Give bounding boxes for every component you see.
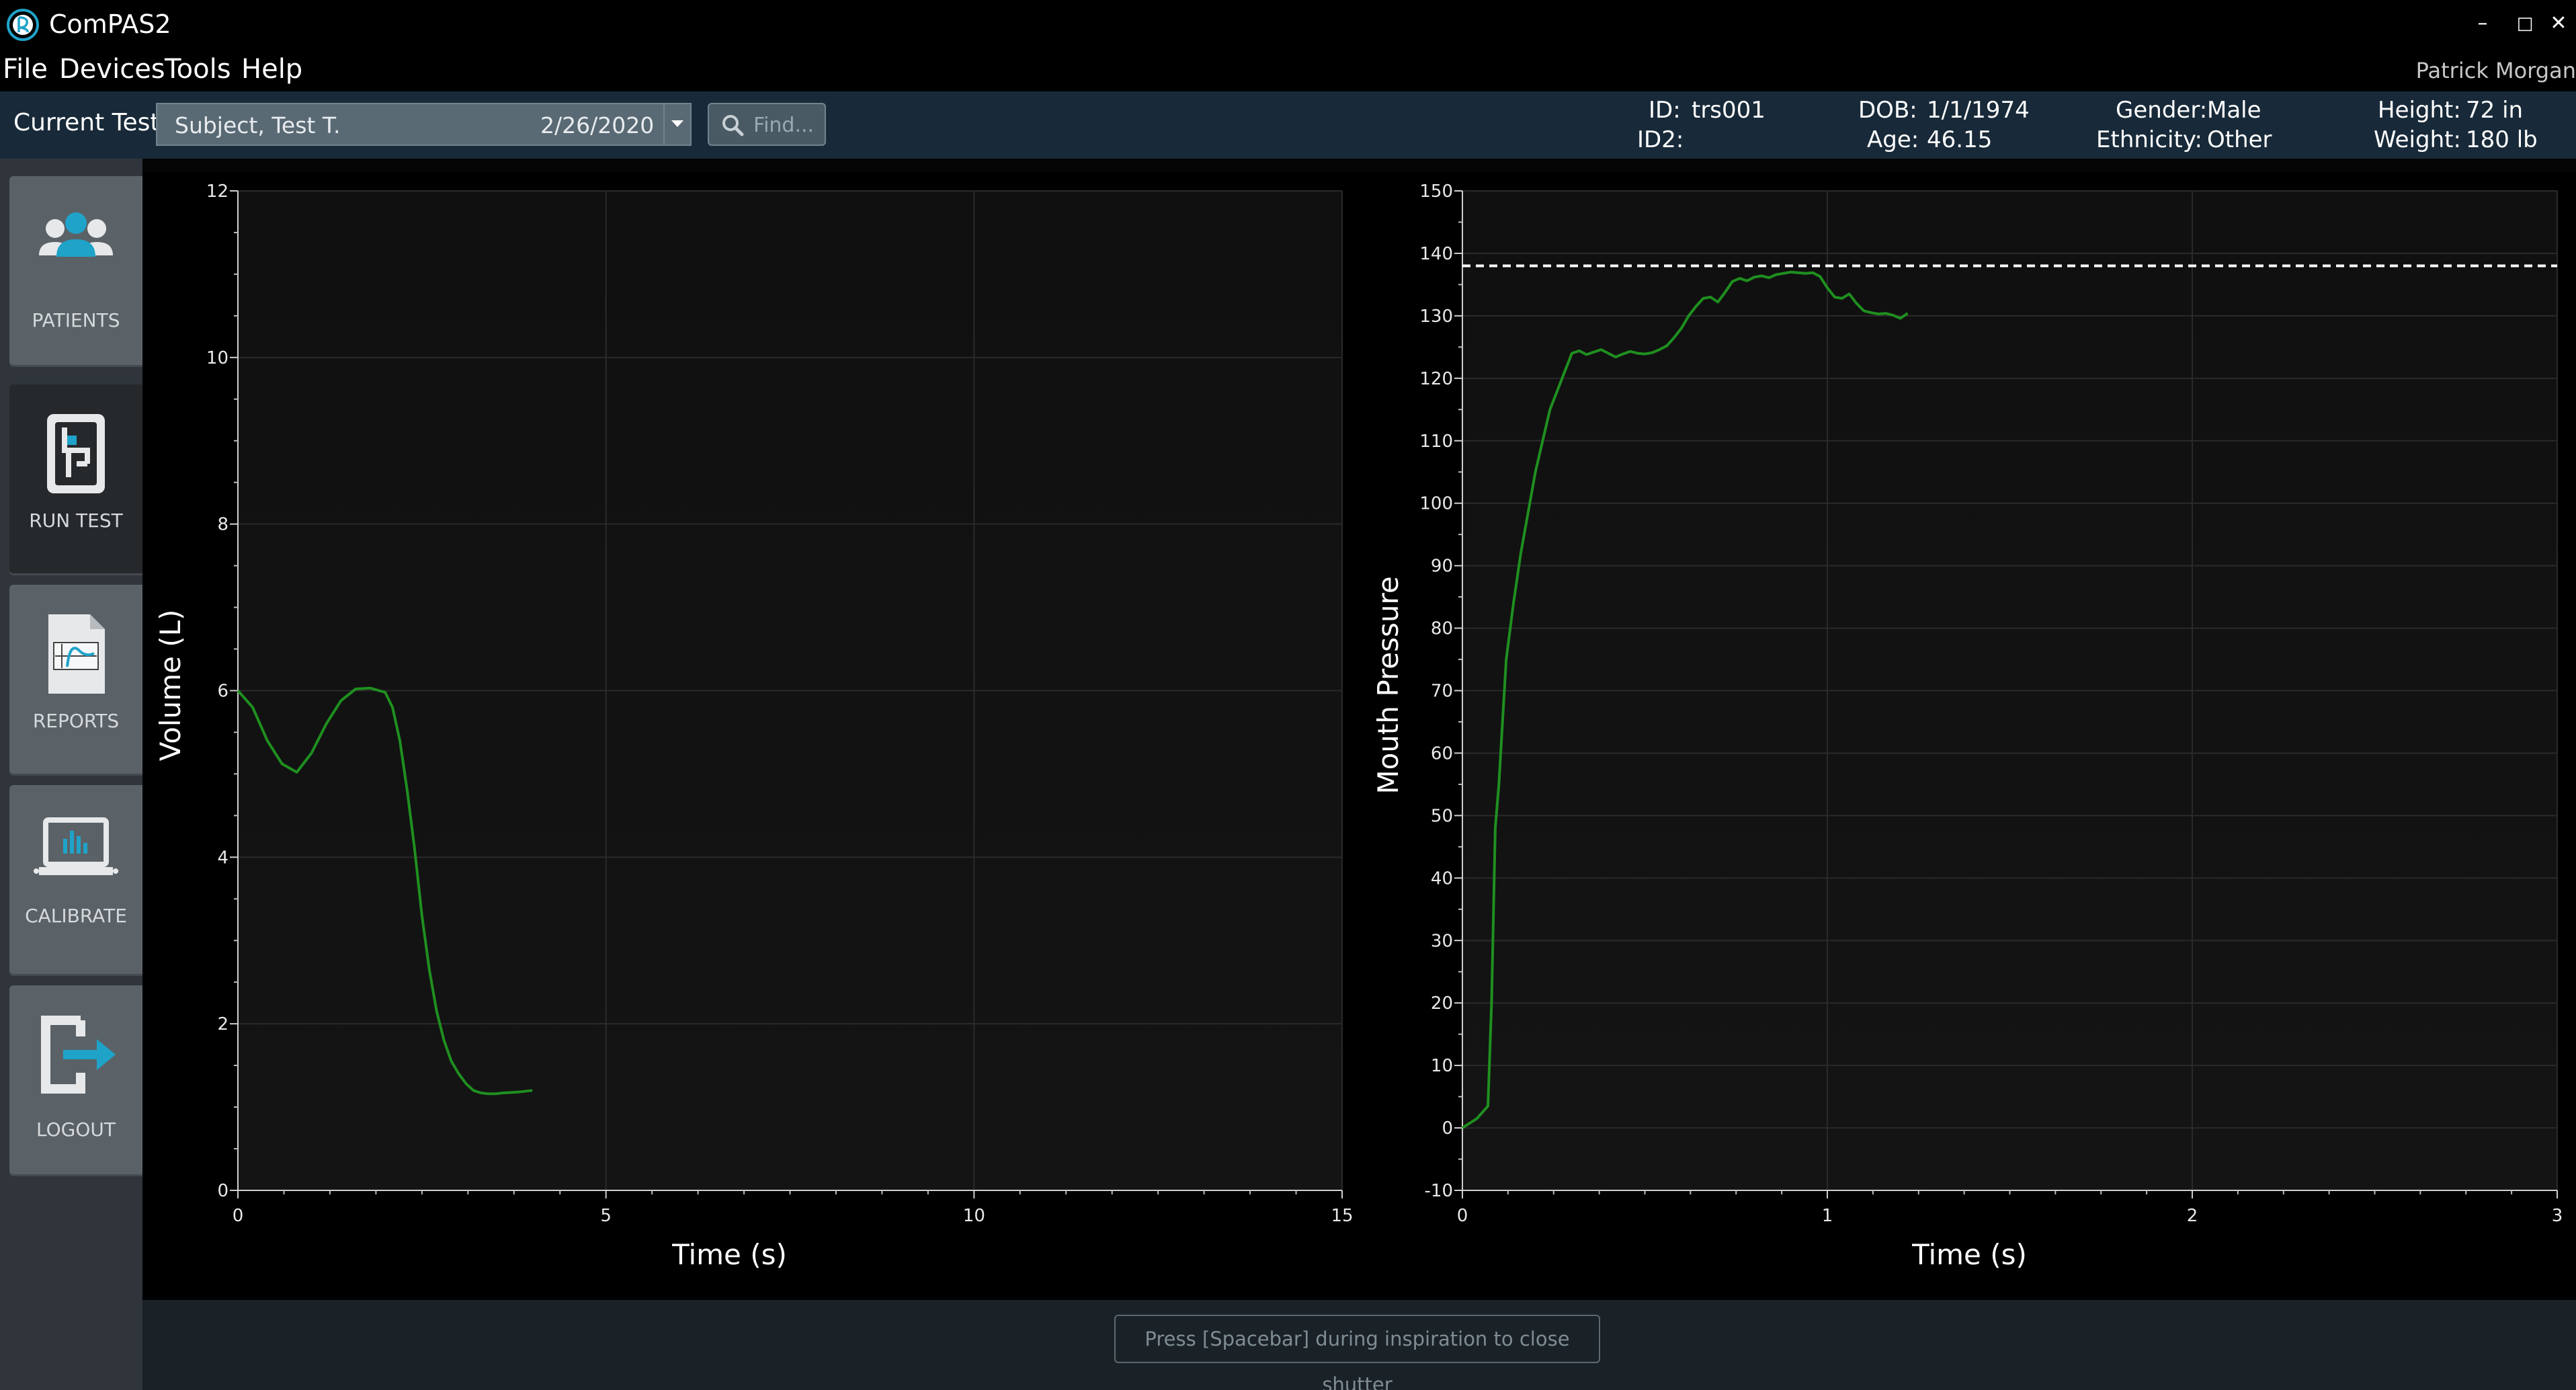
volume-y-tick-label: 4 [217, 848, 228, 868]
sidebar: PATIENTS RUN TEST REPORTS CALIBRATE LOGO… [0, 159, 142, 1390]
pressure-y-tick-label: 120 [1419, 369, 1453, 389]
weight-label: Weight: [2374, 126, 2461, 153]
volume-y-axis-label: Volume (L) [154, 610, 187, 762]
volume-x-tick-label: 10 [963, 1206, 985, 1226]
sidebar-item-calibrate[interactable]: CALIBRATE [9, 785, 142, 976]
app-window: ComPAS2 – □ ✕ File Devices Tools Help Pa… [0, 0, 2576, 1390]
volume-trace [237, 686, 533, 1096]
test-dropdown-button[interactable] [663, 104, 690, 145]
pressure-y-tick-label: 70 [1431, 682, 1453, 702]
pressure-y-tick-label: 110 [1419, 432, 1453, 452]
search-icon [722, 115, 744, 136]
test-subject-name: Subject, Test T. [175, 112, 341, 138]
close-button[interactable]: ✕ [2535, 5, 2576, 42]
patients-icon [39, 212, 113, 257]
pressure-y-tick-label: -10 [1425, 1181, 1453, 1201]
volume-y-tick-label: 2 [217, 1014, 228, 1034]
id-label: ID: [1649, 97, 1681, 124]
volume-y-tick-label: 8 [217, 515, 228, 535]
pressure-y-tick-label: 10 [1431, 1056, 1453, 1076]
run-test-icon [47, 414, 105, 493]
sidebar-label-reports: REPORTS [32, 710, 120, 732]
volume-y-tick-label: 10 [206, 348, 228, 368]
pressure-y-tick-label: 30 [1431, 931, 1453, 951]
patient-age: 46.15 [1927, 126, 1993, 153]
menu-tools[interactable]: Tools [165, 54, 231, 85]
find-button[interactable]: Find... [708, 103, 826, 146]
title-bar: ComPAS2 – □ ✕ [0, 0, 2576, 51]
chart-area: 0 5 10 15 0 2 4 6 8 10 12 Time (s) Volume (L) 0 1 2 3 -1… [142, 172, 2576, 1300]
dob-label: DOB: [1858, 97, 1917, 124]
patient-dob: 1/1/1974 [1927, 97, 2030, 124]
bottom-bar: Press [Spacebar] during inspiration to c… [142, 1300, 2576, 1390]
volume-chart: 0 5 10 15 0 2 4 6 8 10 12 Time (s) Volume (L) [154, 181, 1354, 1271]
pressure-trace [1461, 270, 1909, 1129]
sidebar-label-calibrate: CALIBRATE [25, 905, 127, 927]
sidebar-item-run-test[interactable]: RUN TEST [9, 384, 142, 575]
pressure-y-tick-label: 20 [1431, 993, 1453, 1014]
id2-label: ID2: [1637, 126, 1684, 153]
mouth-pressure-chart: 0 1 2 3-10010203040506070809010011012013014… [1372, 181, 2563, 1271]
pressure-y-tick-label: 150 [1419, 181, 1453, 202]
current-test-select[interactable]: Subject, Test T. 2/26/2020 [156, 103, 692, 146]
pressure-y-tick-label: 50 [1431, 806, 1453, 826]
pressure-x-tick-label: 3 [2552, 1206, 2563, 1226]
pressure-y-tick-label: 100 [1419, 494, 1453, 514]
minimize-button[interactable]: – [2459, 5, 2506, 42]
find-placeholder: Find... [753, 114, 815, 137]
pressure-y-tick-label: 80 [1431, 619, 1453, 639]
pressure-x-axis-label: Time (s) [1911, 1238, 2027, 1271]
pressure-x-tick-label: 2 [2187, 1206, 2198, 1226]
volume-x-tick-label: 0 [233, 1206, 244, 1226]
patient-id: trs001 [1692, 97, 1765, 124]
menu-devices[interactable]: Devices [59, 54, 165, 85]
pressure-y-tick-label: 130 [1419, 306, 1453, 327]
menu-bar: File Devices Tools Help Patrick Morgan [0, 51, 2576, 91]
ethnicity-label: Ethnicity: [2096, 126, 2202, 153]
charts-svg: 0 5 10 15024681012Time (s)Volume (L) 0 1 2 3-1… [154, 181, 2563, 1271]
window-title: ComPAS2 [49, 9, 171, 39]
app-logo-icon [7, 9, 39, 41]
pressure-y-tick-label: 140 [1419, 244, 1453, 264]
age-label: Age: [1867, 126, 1919, 153]
reports-icon [48, 614, 105, 694]
volume-x-axis-label: Time (s) [671, 1238, 787, 1271]
pressure-y-tick-label: 90 [1431, 557, 1453, 577]
test-bar: Current Test: Subject, Test T. 2/26/2020… [0, 91, 2576, 159]
volume-y-tick-label: 0 [217, 1181, 228, 1201]
pressure-x-tick-label: 0 [1457, 1206, 1468, 1226]
sidebar-item-logout[interactable]: LOGOUT [9, 985, 142, 1176]
sidebar-label-patients: PATIENTS [32, 309, 120, 331]
height-label: Height: [2378, 97, 2461, 124]
pressure-y-axis-label: Mouth Pressure [1372, 576, 1405, 794]
menu-help[interactable]: Help [241, 54, 302, 85]
patient-gender: Male [2207, 97, 2261, 124]
pressure-y-tick-label: 60 [1431, 743, 1453, 764]
pressure-x-tick-label: 1 [1822, 1206, 1833, 1226]
calibrate-icon [34, 817, 118, 875]
volume-x-tick-label: 5 [600, 1206, 612, 1226]
patient-ethnicity: Other [2207, 126, 2272, 153]
volume-x-tick-label: 15 [1331, 1206, 1353, 1226]
sidebar-label-logout: LOGOUT [36, 1118, 116, 1141]
current-test-label: Current Test: [13, 109, 168, 136]
sidebar-item-patients[interactable]: PATIENTS [9, 176, 142, 367]
volume-y-tick-label: 12 [206, 181, 228, 202]
sidebar-item-reports[interactable]: REPORTS [9, 585, 142, 776]
patient-height: 72 in [2466, 97, 2524, 124]
sidebar-label-run-test: RUN TEST [29, 509, 123, 532]
patient-weight: 180 lb [2466, 126, 2538, 153]
pressure-y-tick-label: 0 [1442, 1118, 1453, 1139]
volume-y-tick-label: 6 [217, 682, 228, 702]
chevron-down-icon [671, 120, 683, 127]
gender-label: Gender: [2116, 97, 2208, 124]
menu-file[interactable]: File [3, 54, 48, 85]
user-name[interactable]: Patrick Morgan [2416, 58, 2576, 83]
pressure-y-tick-label: 40 [1431, 868, 1453, 889]
test-date: 2/26/2020 [540, 112, 655, 138]
logout-icon [41, 1016, 116, 1094]
spacebar-hint-button[interactable]: Press [Spacebar] during inspiration to c… [1114, 1315, 1600, 1390]
